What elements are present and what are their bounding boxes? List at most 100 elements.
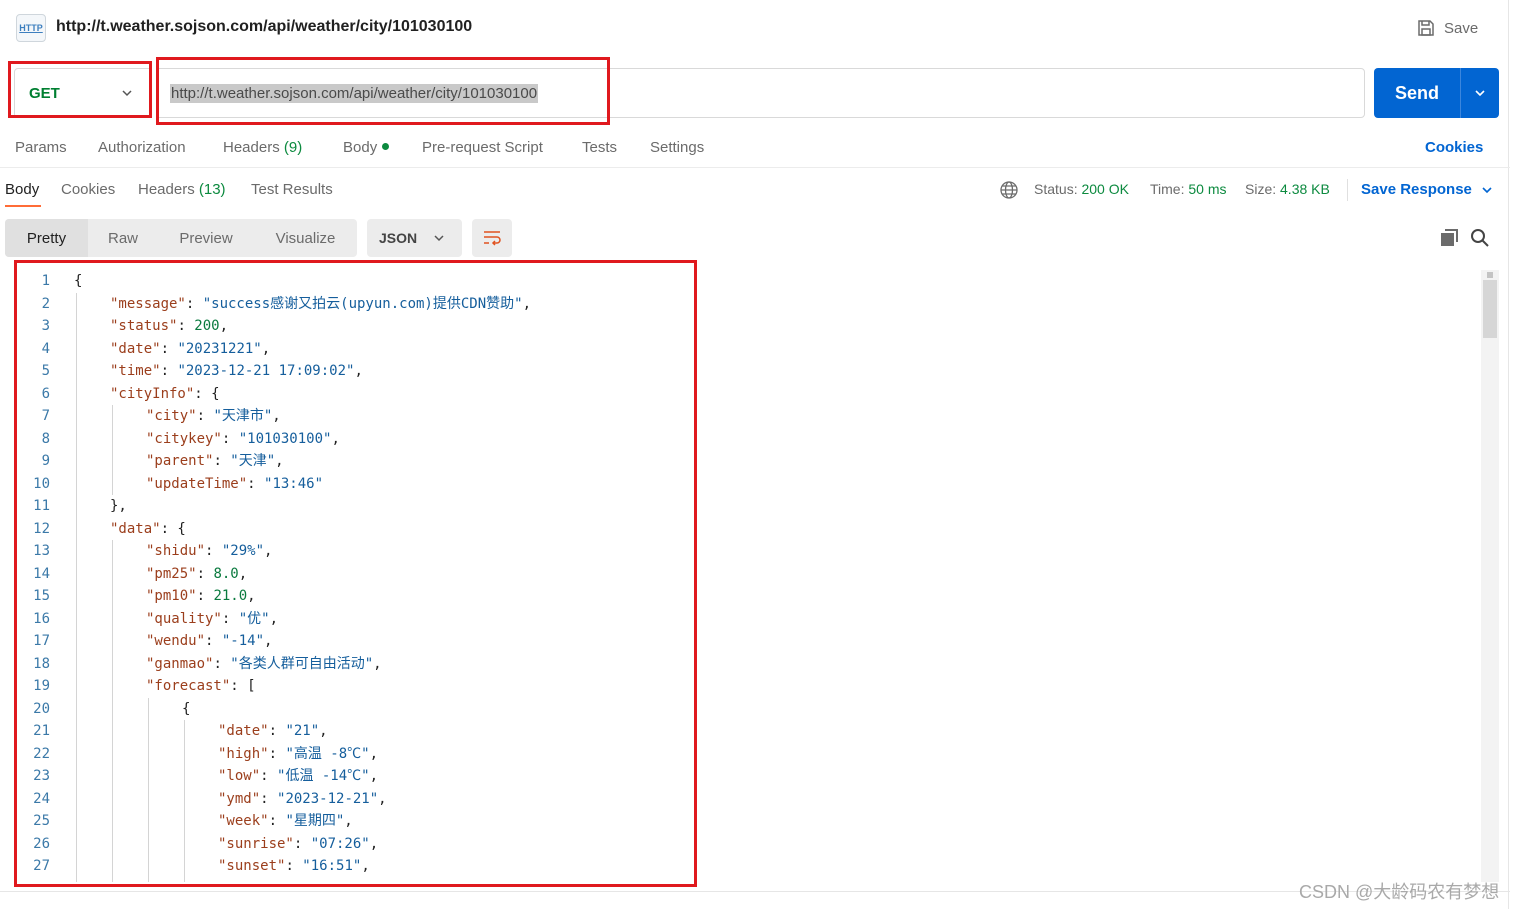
line-content: "cityInfo": {: [110, 383, 220, 406]
json-key: "date": [110, 340, 161, 357]
json-punctuation: ,: [264, 543, 273, 559]
line-content: "citykey": "101030100",: [146, 428, 340, 451]
json-string: "16:51": [302, 858, 362, 874]
tab-tests[interactable]: Tests: [582, 139, 617, 156]
request-title: http://t.weather.sojson.com/api/weather/…: [56, 18, 473, 35]
line-content: "status": 200,: [110, 315, 228, 338]
code-line: 7 "city": "天津市",: [16, 405, 1476, 428]
line-number: 11: [33, 498, 50, 514]
resp-tab-test-results[interactable]: Test Results: [251, 181, 333, 198]
view-pretty[interactable]: Pretty: [5, 219, 88, 257]
send-button[interactable]: Send: [1374, 68, 1499, 118]
json-number: 200: [194, 318, 220, 334]
line-content: "high": "高温 -8℃",: [218, 743, 378, 766]
json-punctuation: :: [196, 565, 214, 582]
size-label: Size:: [1245, 181, 1277, 197]
line-content: "ymd": "2023-12-21",: [218, 788, 387, 811]
tab-params[interactable]: Params: [15, 139, 67, 156]
json-punctuation: ,: [369, 768, 379, 784]
json-string: "高温 -8℃": [285, 745, 370, 762]
json-punctuation: ,: [269, 610, 279, 627]
wrap-lines-button[interactable]: [472, 219, 512, 257]
bottom-divider: [0, 891, 1510, 892]
line-number: 21: [33, 723, 50, 739]
indent-guide: [112, 540, 113, 882]
copy-icon[interactable]: [1438, 227, 1460, 249]
json-punctuation: ,: [261, 340, 271, 357]
json-punctuation: ,: [369, 745, 379, 762]
json-punctuation: :: [177, 318, 195, 334]
json-punctuation: : [: [230, 678, 256, 694]
code-line: 26 "sunrise": "07:26",: [16, 833, 1476, 856]
tab-headers[interactable]: Headers (9): [223, 139, 302, 156]
format-select[interactable]: JSON: [367, 219, 462, 257]
line-number: 10: [33, 475, 50, 492]
line-content: "wendu": "-14",: [146, 630, 272, 653]
json-string: "29%": [221, 543, 265, 559]
line-number: 16: [33, 610, 50, 627]
json-key: "time": [110, 363, 161, 379]
line-content: "forecast": [: [146, 675, 256, 698]
body-indicator-dot: [382, 143, 390, 150]
code-line: 27 "sunset": "16:51",: [16, 855, 1476, 878]
url-input[interactable]: http://t.weather.sojson.com/api/weather/…: [156, 68, 1365, 118]
json-punctuation: :: [196, 588, 214, 604]
resp-tab-headers-count: (13): [198, 181, 226, 198]
save-button[interactable]: Save: [1416, 16, 1478, 40]
code-line: 12 "data": {: [16, 518, 1476, 541]
vertical-scrollbar[interactable]: [1481, 270, 1499, 882]
resp-tab-headers[interactable]: Headers (13): [138, 181, 226, 198]
cookies-link[interactable]: Cookies: [1425, 139, 1483, 156]
send-options-button[interactable]: [1460, 68, 1499, 118]
json-punctuation: ,: [219, 318, 229, 334]
globe-icon[interactable]: [999, 180, 1019, 200]
code-line: 11},: [16, 495, 1476, 518]
json-punctuation: ,: [522, 295, 532, 312]
line-number: 14: [33, 565, 50, 582]
code-line: 19 "forecast": [: [16, 675, 1476, 698]
json-punctuation: :: [268, 745, 286, 762]
code-line: 3 "status": 200,: [16, 315, 1476, 338]
search-icon[interactable]: [1469, 227, 1491, 249]
method-select[interactable]: GET: [14, 68, 151, 118]
json-punctuation: :: [205, 543, 222, 559]
line-number: 19: [33, 678, 50, 694]
json-key: "low": [218, 768, 261, 784]
line-number: 1: [41, 273, 50, 289]
view-raw[interactable]: Raw: [88, 219, 158, 257]
resp-tab-body[interactable]: Body: [5, 181, 39, 198]
line-number: 17: [33, 633, 50, 649]
watermark: CSDN @大龄码农有梦想: [1299, 882, 1500, 902]
code-line: 17 "wendu": "-14",: [16, 630, 1476, 653]
line-number: 24: [33, 790, 50, 807]
response-body-code[interactable]: 1{2 "message": "success感谢又拍云(upyun.com)提供…: [16, 270, 1476, 882]
json-punctuation: :: [221, 430, 239, 447]
json-key: "updateTime": [146, 475, 248, 492]
json-string: "天津市": [213, 408, 273, 424]
tab-prerequest-script[interactable]: Pre-request Script: [422, 139, 543, 156]
json-string: "-14": [221, 633, 265, 649]
line-number: 5: [41, 363, 50, 379]
view-visualize[interactable]: Visualize: [254, 219, 357, 257]
json-punctuation: {: [182, 700, 191, 717]
json-string: "各类人群可自由活动": [230, 655, 374, 672]
json-key: "ymd": [218, 790, 261, 807]
json-string: "13:46": [264, 475, 324, 492]
json-punctuation: ,: [272, 408, 281, 424]
json-punctuation: :: [268, 813, 286, 829]
response-time: Time: 50 ms: [1150, 181, 1227, 197]
resp-tab-cookies[interactable]: Cookies: [61, 181, 115, 198]
tab-settings[interactable]: Settings: [650, 139, 704, 156]
view-preview[interactable]: Preview: [158, 219, 254, 257]
chevron-down-icon: [122, 90, 132, 97]
json-punctuation: : {: [160, 520, 186, 537]
line-content: "pm25": 8.0,: [146, 563, 247, 586]
scroll-up-arrow[interactable]: [1487, 272, 1493, 278]
active-tab-underline: [5, 205, 41, 207]
save-response-button[interactable]: Save Response: [1361, 181, 1494, 198]
save-icon: [1418, 20, 1434, 36]
scrollbar-thumb[interactable]: [1483, 280, 1497, 338]
tab-body[interactable]: Body: [343, 139, 390, 156]
json-punctuation: :: [213, 655, 231, 672]
tab-authorization[interactable]: Authorization: [98, 139, 186, 156]
